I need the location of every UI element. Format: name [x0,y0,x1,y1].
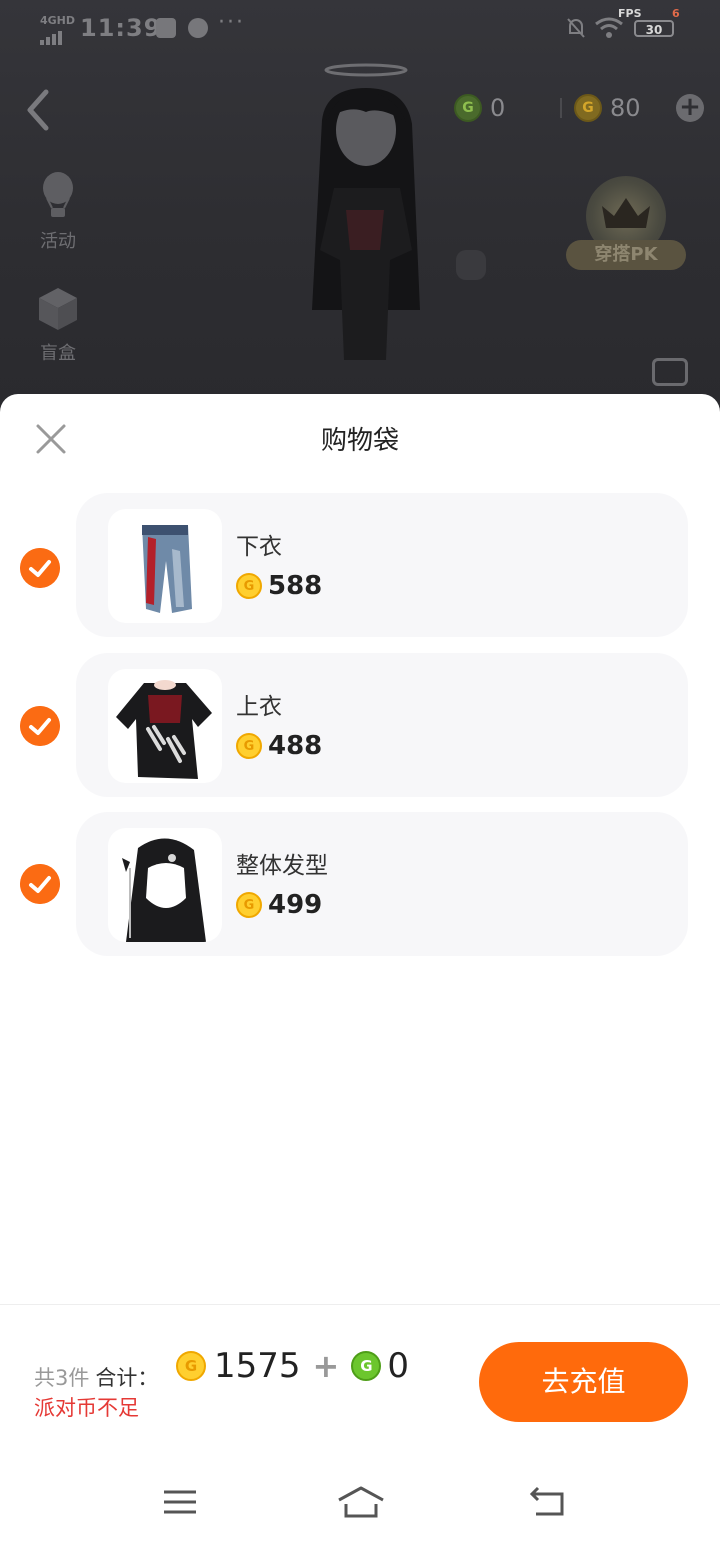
gold-currency: G 80 [574,92,641,124]
signal-icon [40,26,64,45]
cart-item-pants[interactable]: 下衣 G 588 [76,493,688,637]
item-price: G 488 [236,731,322,761]
gold-coin-icon: G [574,94,602,122]
footer-divider [0,1304,720,1305]
currency-divider [560,98,562,118]
back-icon[interactable] [528,1482,568,1522]
mystery-box-icon [39,288,77,330]
sheet-title: 购物袋 [320,426,399,456]
home-icon[interactable] [336,1482,386,1522]
item-checkbox-pants[interactable] [20,548,60,588]
item-name: 上衣 [236,694,282,720]
activity-label: 活动 [40,231,76,252]
gold-total: 1575 [214,1346,301,1386]
order-summary: 共3件 合计： [34,1362,158,1392]
hairstyle-thumbnail [108,828,222,942]
item-checkbox-top[interactable] [20,706,60,746]
green-coin-icon: G [351,1351,382,1381]
plus-sign: + [312,1347,340,1385]
item-price: G 499 [236,890,322,920]
mystery-box-label: 盲盒 [40,343,76,364]
item-checkbox-hairstyle[interactable] [20,864,60,904]
gold-coin-icon: G [236,573,262,599]
game-scene-background: 4GHD 11:39 ··· FPS 6 30 G 0 G 80 + 活动 盲盒… [0,0,720,420]
insufficient-funds-warning: 派对币不足 [34,1396,139,1420]
gold-coin-icon: G [236,892,262,918]
avatar-character [312,63,486,360]
tiktok-icon [156,18,176,38]
jeans-thumbnail [108,509,222,623]
outfit-pk-button[interactable]: 穿搭PK [566,176,686,276]
mystery-box-button[interactable]: 盲盒 [28,282,88,365]
more-notifications-icon: ··· [218,10,245,35]
total-amount: G 1575 + G 0 [176,1346,409,1386]
cart-item-hairstyle[interactable]: 整体发型 G 499 [76,812,688,956]
item-price-value: 499 [268,890,323,920]
camera-icon[interactable] [652,358,688,386]
fps-value: 6 [672,7,680,20]
fps-label: FPS [618,7,642,20]
status-bar: 4GHD 11:39 ··· FPS 6 30 [0,0,720,56]
back-arrow-icon[interactable] [24,88,54,132]
menu-icon[interactable] [160,1482,200,1522]
battery-indicator: 30 [634,20,674,37]
total-label: 合计： [95,1366,159,1390]
item-price-value: 488 [268,731,323,761]
tshirt-thumbnail [108,669,222,783]
add-currency-button[interactable]: + [676,94,704,122]
gold-coin-icon: G [176,1351,206,1381]
item-name: 整体发型 [236,853,328,879]
outfit-pk-label: 穿搭PK [566,240,686,270]
activity-button[interactable]: 活动 [28,170,88,253]
gold-coin-icon: G [236,733,262,759]
system-nav-bar [0,1464,720,1544]
item-price-value: 588 [268,571,323,601]
mute-bell-icon [567,18,585,38]
speedometer-icon [188,18,208,38]
item-count: 共3件 [34,1366,90,1390]
item-name: 下衣 [236,534,282,560]
gold-currency-value: 80 [610,94,641,122]
item-price: G 588 [236,571,322,601]
clock: 11:39 [80,14,162,42]
recharge-button[interactable]: 去充值 [479,1342,688,1422]
hot-air-balloon-icon [43,172,73,217]
cart-item-top[interactable]: 上衣 G 488 [76,653,688,797]
green-total: 0 [387,1346,409,1386]
